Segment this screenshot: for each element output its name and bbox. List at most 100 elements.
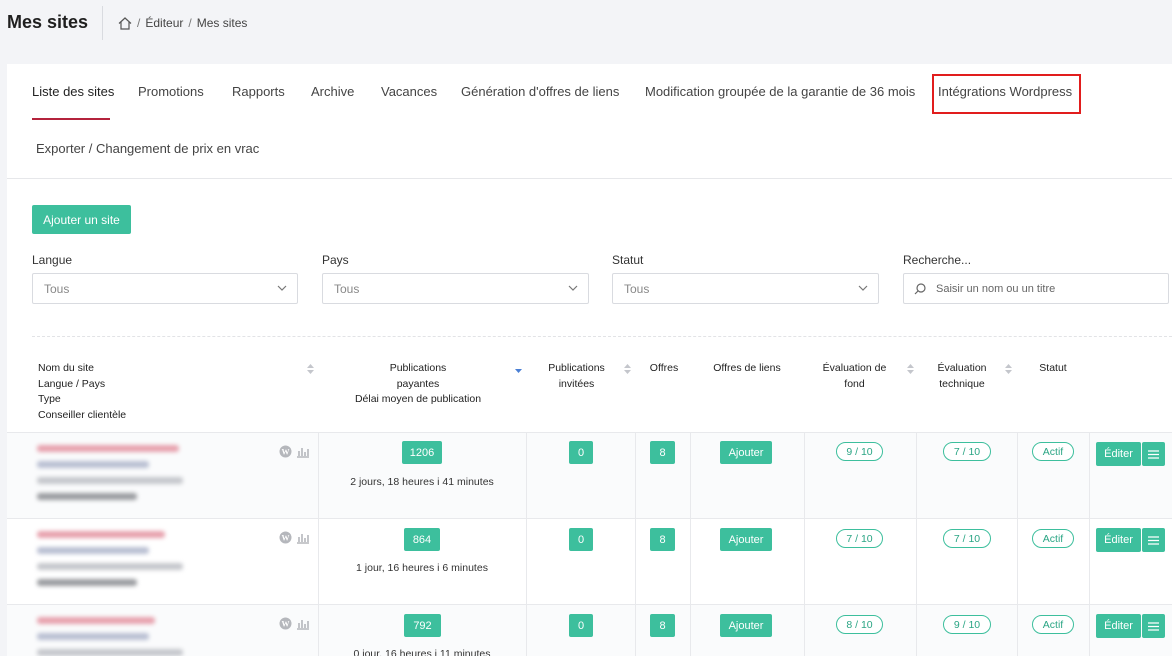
col-header-offers[interactable]: Offres xyxy=(640,361,688,377)
site-tools: W xyxy=(279,445,310,458)
edit-button[interactable]: Éditer xyxy=(1096,614,1141,638)
langue-select-value: Tous xyxy=(44,281,70,296)
cell-divider xyxy=(318,519,319,606)
filter-label-statut: Statut xyxy=(612,253,644,267)
sort-icon[interactable] xyxy=(624,364,631,374)
col-header-invited[interactable]: Publications invitées xyxy=(537,361,616,392)
home-icon[interactable] xyxy=(118,16,132,30)
col-header-link-offers[interactable]: Offres de liens xyxy=(697,361,797,377)
col-header-status[interactable]: Statut xyxy=(1022,361,1084,377)
main-card: Liste des sites Promotions Rapports Arch… xyxy=(7,64,1172,656)
col-fond-line1: Évaluation de xyxy=(822,362,887,374)
col-header-paid[interactable]: Publications payantes Délai moyen de pub… xyxy=(327,361,509,408)
stats-icon[interactable] xyxy=(296,445,310,458)
add-link-offer-button[interactable]: Ajouter xyxy=(720,528,772,551)
col-tech-line2: technique xyxy=(939,377,985,390)
header-divider xyxy=(102,6,103,40)
search-box[interactable] xyxy=(903,273,1169,304)
col-type: Type xyxy=(38,393,61,405)
add-link-offer-button[interactable]: Ajouter xyxy=(720,441,772,464)
tab-garantie-36-mois[interactable]: Modification groupée de la garantie de 3… xyxy=(645,84,915,99)
cell-divider xyxy=(1089,519,1090,606)
filter-label-recherche: Recherche... xyxy=(903,253,972,267)
tab-liste-des-sites[interactable]: Liste des sites xyxy=(32,84,114,99)
tab-generation-offres[interactable]: Génération d'offres de liens xyxy=(461,84,619,99)
hamburger-icon xyxy=(1148,535,1159,545)
table-row: W 864 1 jour, 16 heures i 6 minutes 0 8 … xyxy=(7,518,1172,606)
paid-publications-count[interactable]: 792 xyxy=(404,614,441,637)
edit-button[interactable]: Éditer xyxy=(1096,528,1141,552)
breadcrumb-editeur[interactable]: Éditeur xyxy=(145,16,183,30)
search-input[interactable] xyxy=(936,282,1156,295)
wordpress-icon[interactable]: W xyxy=(279,445,292,458)
hamburger-icon xyxy=(1148,449,1159,459)
cell-divider xyxy=(526,605,527,656)
eval-fond-badge: 8 / 10 xyxy=(836,615,883,634)
col-header-eval-tech[interactable]: Évaluation technique xyxy=(922,361,1002,392)
chevron-down-icon xyxy=(858,285,868,291)
add-site-button[interactable]: Ajouter un site xyxy=(32,205,131,234)
row-menu-button[interactable] xyxy=(1142,614,1165,638)
stats-icon[interactable] xyxy=(296,617,310,630)
breadcrumb-separator: / xyxy=(188,16,192,30)
pays-select[interactable]: Tous xyxy=(322,273,589,304)
tab-archive[interactable]: Archive xyxy=(311,84,354,99)
filter-label-pays: Pays xyxy=(322,253,349,267)
col-invited-line1: Publications xyxy=(548,362,605,374)
site-info-redacted xyxy=(37,445,187,509)
cell-divider xyxy=(635,519,636,606)
cell-divider xyxy=(690,605,691,656)
sort-desc-icon[interactable] xyxy=(515,366,522,376)
invited-publications-count[interactable]: 0 xyxy=(569,441,593,464)
col-header-site[interactable]: Nom du site Langue / Pays Type Conseille… xyxy=(38,361,126,423)
row-menu-button[interactable] xyxy=(1142,528,1165,552)
paid-publications-count[interactable]: 864 xyxy=(404,528,440,551)
pays-select-value: Tous xyxy=(334,281,360,296)
wordpress-icon[interactable]: W xyxy=(279,617,292,630)
breadcrumb-mes-sites: Mes sites xyxy=(196,16,248,30)
row-menu-button[interactable] xyxy=(1142,442,1165,466)
status-badge: Actif xyxy=(1032,442,1074,461)
invited-publications-count[interactable]: 0 xyxy=(569,614,593,637)
highlight-box xyxy=(932,74,1081,114)
site-info-redacted xyxy=(37,531,187,595)
offers-count[interactable]: 8 xyxy=(650,441,675,464)
sort-icon[interactable] xyxy=(307,364,314,374)
invited-publications-count[interactable]: 0 xyxy=(569,528,593,551)
section-divider xyxy=(32,336,1172,337)
cell-divider xyxy=(318,433,319,520)
svg-text:W: W xyxy=(282,448,290,457)
eval-tech-badge: 7 / 10 xyxy=(943,442,991,461)
tab-rapports[interactable]: Rapports xyxy=(232,84,285,99)
tab-exporter[interactable]: Exporter / Changement de prix en vrac xyxy=(36,141,259,156)
cell-divider xyxy=(804,605,805,656)
stats-icon[interactable] xyxy=(296,531,310,544)
statut-select[interactable]: Tous xyxy=(612,273,879,304)
cell-divider xyxy=(526,519,527,606)
wordpress-icon[interactable]: W xyxy=(279,531,292,544)
chevron-down-icon xyxy=(568,285,578,291)
langue-select[interactable]: Tous xyxy=(32,273,298,304)
breadcrumb-separator: / xyxy=(137,16,141,30)
site-tools: W xyxy=(279,531,310,544)
col-header-eval-fond[interactable]: Évaluation de fond xyxy=(812,361,897,392)
chevron-down-icon xyxy=(277,285,287,291)
eval-fond-badge: 7 / 10 xyxy=(836,529,883,548)
sort-icon[interactable] xyxy=(907,364,914,374)
cell-divider xyxy=(804,519,805,606)
table-row: W 792 0 jour, 16 heures i 11 minutes 0 8… xyxy=(7,604,1172,656)
add-link-offer-button[interactable]: Ajouter xyxy=(720,614,772,637)
paid-publications-count[interactable]: 1206 xyxy=(402,441,442,464)
edit-button[interactable]: Éditer xyxy=(1096,442,1141,466)
col-fond-line2: fond xyxy=(844,377,865,390)
site-tools: W xyxy=(279,617,310,630)
search-icon xyxy=(914,282,926,294)
tab-vacances[interactable]: Vacances xyxy=(381,84,437,99)
offers-count[interactable]: 8 xyxy=(650,614,675,637)
active-tab-indicator xyxy=(32,118,110,120)
sort-icon[interactable] xyxy=(1005,364,1012,374)
tab-promotions[interactable]: Promotions xyxy=(138,84,204,99)
offers-count[interactable]: 8 xyxy=(650,528,675,551)
cell-divider xyxy=(635,433,636,520)
table-row: W 1206 2 jours, 18 heures i 41 minutes 0… xyxy=(7,432,1172,520)
